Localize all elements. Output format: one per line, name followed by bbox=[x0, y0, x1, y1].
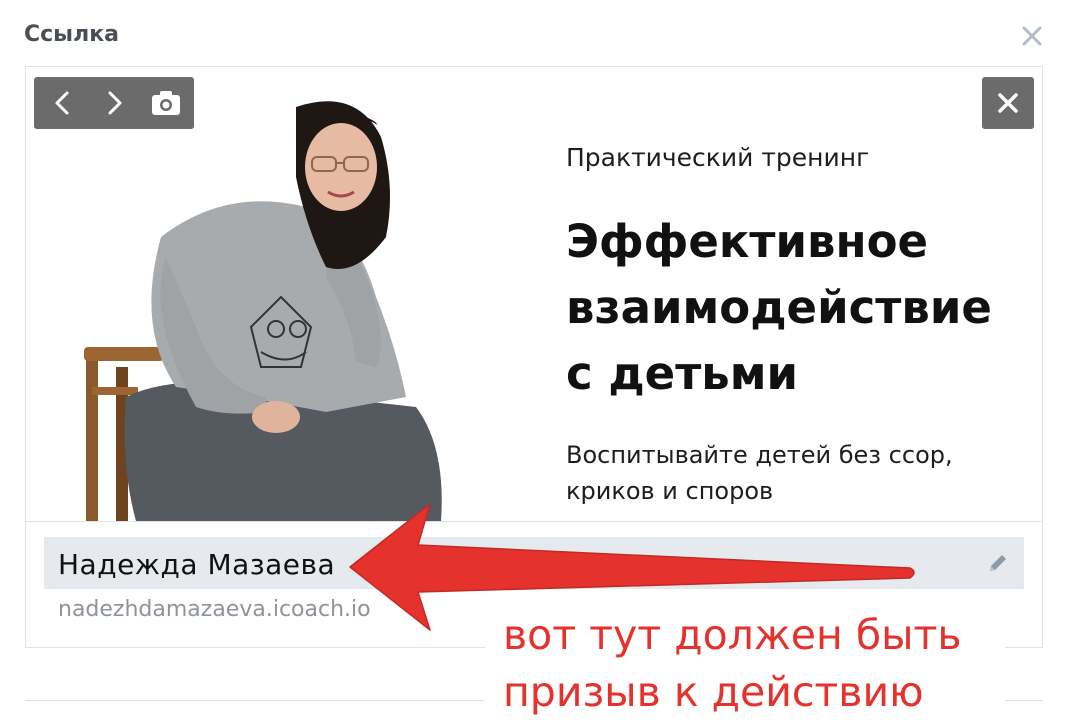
person-photo bbox=[84, 101, 442, 521]
promo-description: Воспитывайте детей без ссор, криков и сп… bbox=[566, 437, 1006, 509]
modal-title: Ссылка bbox=[24, 22, 119, 47]
divider bbox=[26, 521, 1042, 522]
chevron-left-icon[interactable] bbox=[38, 77, 88, 129]
preview-toolbar bbox=[34, 77, 194, 129]
promo-desc-line: криков и споров bbox=[566, 477, 774, 505]
link-title-row[interactable]: Надежда Мазаева bbox=[44, 537, 1024, 589]
annotation-line: вот тут должен быть bbox=[503, 611, 962, 659]
promo-desc-line: Воспитывайте детей без ссор, bbox=[566, 441, 953, 469]
link-title[interactable]: Надежда Мазаева bbox=[58, 548, 335, 581]
remove-preview-button[interactable] bbox=[982, 77, 1034, 129]
camera-icon[interactable] bbox=[140, 77, 190, 129]
annotation-text: вот тут должен быть призыв к действию bbox=[503, 607, 1003, 721]
chevron-right-icon[interactable] bbox=[89, 77, 139, 129]
close-icon[interactable] bbox=[1020, 24, 1044, 48]
promo-title: Эффективное взаимодействие с детьми bbox=[566, 209, 1026, 407]
promo-subtitle: Практический тренинг bbox=[566, 143, 870, 172]
annotation-line: призыв к действию bbox=[503, 668, 924, 716]
pencil-icon[interactable] bbox=[986, 551, 1010, 575]
promo-title-line: взаимодействие bbox=[566, 281, 992, 334]
link-url: nadezhdamazaeva.icoach.io bbox=[58, 597, 371, 622]
link-preview-image: Практический тренинг Эффективное взаимод… bbox=[26, 67, 1042, 521]
promo-title-line: с детьми bbox=[566, 347, 799, 400]
close-icon bbox=[998, 93, 1018, 113]
link-card: Практический тренинг Эффективное взаимод… bbox=[25, 66, 1043, 648]
annotation-box: вот тут должен быть призыв к действию bbox=[485, 603, 1005, 728]
promo-title-line: Эффективное bbox=[566, 215, 928, 268]
